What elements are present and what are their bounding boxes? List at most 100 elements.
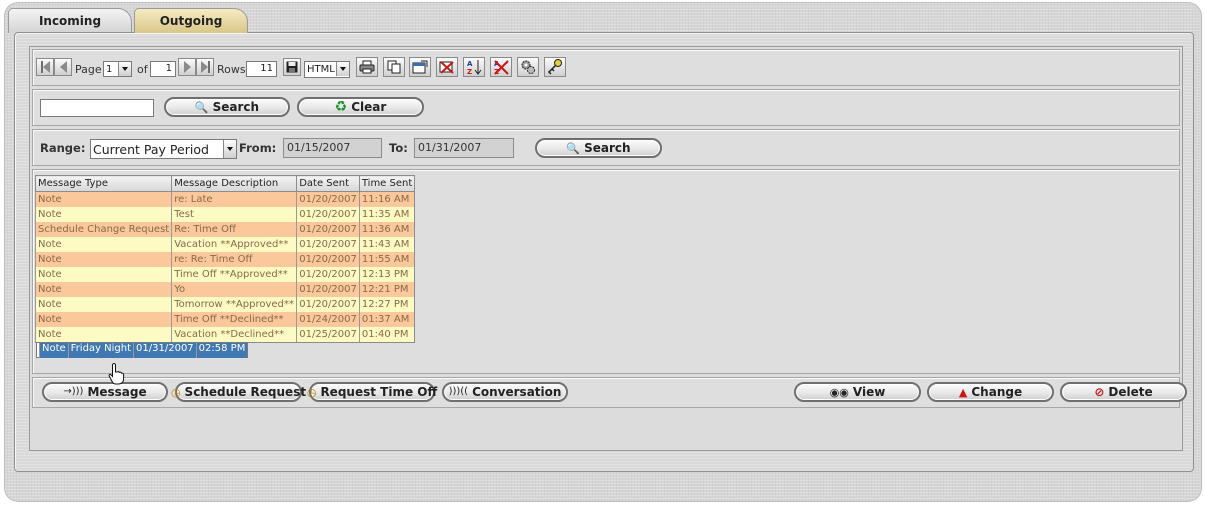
grid-toolbar: Page 1 of 1 Rows 11 HTML A Z: [32, 49, 1180, 86]
cell-message-type: Note: [34, 327, 172, 342]
action-bar: →))) Message ◷ Schedule Request ◷ Reques…: [32, 377, 1187, 408]
cell-date-sent: 01/20/2007: [296, 222, 360, 237]
schedule-request-button[interactable]: ◷ Schedule Request: [171, 382, 306, 402]
chevron-down-icon: [223, 140, 236, 158]
properties-button[interactable]: [409, 57, 431, 77]
clear-button-label: Clear: [351, 100, 387, 114]
prev-page-button[interactable]: [54, 58, 72, 76]
svg-text:A: A: [467, 60, 473, 68]
to-date-field[interactable]: 01/31/2007: [414, 138, 514, 158]
table-row[interactable]: Note Test 01/20/2007 11:35 AM: [34, 207, 415, 222]
first-page-button[interactable]: [36, 58, 54, 76]
page-select[interactable]: 1: [103, 61, 132, 77]
table-row[interactable]: Note Vacation **Approved** 01/20/2007 11:43…: [34, 237, 415, 252]
table-row[interactable]: Schedule Change Request Re: Time Off 01/20…: [34, 222, 415, 237]
delete-button[interactable]: ⊘ Delete: [1060, 382, 1187, 402]
settings-button[interactable]: [517, 57, 539, 77]
sort-button[interactable]: AZ: [463, 57, 485, 77]
table-row[interactable]: Note Time Off **Approved** 01/20/2007 12:13…: [34, 267, 415, 282]
cell-message-description: Vacation **Approved**: [171, 237, 297, 252]
page-select-value: 1: [106, 63, 113, 75]
clear-button[interactable]: ♻ Clear: [297, 97, 424, 117]
table-row[interactable]: Note Time Off **Declined** 01/24/2007 01:37…: [34, 312, 415, 327]
cell-message-type: Schedule Change Request: [34, 222, 172, 237]
table-row[interactable]: Note Tomorrow **Approved** 01/20/2007 12:27…: [34, 297, 415, 312]
from-label: From:: [239, 141, 277, 155]
next-page-button[interactable]: [178, 58, 196, 76]
save-icon: [286, 61, 298, 73]
cell-date-sent: 01/24/2007: [296, 312, 360, 327]
table-row[interactable]: Note Yo 01/20/2007 12:21 PM: [34, 282, 415, 297]
copy-button[interactable]: [383, 57, 405, 77]
properties-icon: [412, 60, 428, 74]
cell-message-description: Tomorrow **Approved**: [171, 297, 297, 312]
clear-filter-button[interactable]: [436, 57, 458, 77]
cell-message-type: Note: [34, 191, 172, 207]
date-range-bar: Range: Current Pay Period From: 01/15/20…: [32, 129, 1180, 166]
cell-message-type: Note: [34, 282, 172, 297]
export-format-select[interactable]: HTML: [304, 61, 350, 78]
tab-incoming[interactable]: Incoming: [8, 8, 132, 33]
rows-field[interactable]: 11: [246, 61, 277, 77]
print-button[interactable]: [356, 57, 378, 77]
delete-button-label: Delete: [1108, 385, 1153, 399]
column-header-message-description[interactable]: Message Description: [171, 175, 298, 192]
range-search-label: Search: [584, 141, 631, 155]
eyes-icon: ◉◉: [829, 385, 849, 399]
export-format-value: HTML: [307, 64, 335, 75]
cell-message-description: re: Re: Time Off: [171, 252, 297, 267]
range-search-button[interactable]: 🔍 Search: [535, 138, 662, 158]
remove-sort-button[interactable]: AZ: [490, 57, 512, 77]
message-button-label: Message: [87, 385, 147, 399]
cell-message-type: Note: [39, 342, 68, 358]
page-label: Page: [75, 63, 102, 76]
cell-message-description: Vacation **Declined**: [171, 327, 297, 342]
cell-time-sent: 12:13 PM: [358, 267, 415, 282]
window-frame: Incoming Outgoing Page 1 of 1 Rows 11 HT…: [4, 2, 1202, 502]
table-row[interactable]: Note Vacation **Declined** 01/25/2007 01:40…: [34, 327, 415, 342]
search-input[interactable]: [40, 99, 154, 117]
cell-date-sent: 01/31/2007: [133, 342, 196, 358]
messages-table-body: Note re: Late 01/20/2007 11:16 AM Note Test 01…: [34, 191, 415, 358]
triangle-up-icon: ▲: [958, 385, 968, 399]
request-time-off-button[interactable]: ◷ Request Time Off: [306, 382, 437, 402]
tab-outgoing[interactable]: Outgoing: [134, 8, 248, 33]
view-button[interactable]: ◉◉ View: [794, 382, 921, 402]
column-header-message-type[interactable]: Message Type: [34, 175, 173, 192]
cell-message-type: Note: [34, 237, 172, 252]
table-row[interactable]: Note Friday Night 01/31/2007 02:58 PM: [36, 342, 249, 358]
cell-time-sent: 12:27 PM: [358, 297, 415, 312]
from-date-field[interactable]: 01/15/2007: [283, 138, 382, 158]
search-icon: 🔍: [566, 141, 581, 155]
clock-icon: ◷: [306, 385, 317, 399]
cell-time-sent: 02:58 PM: [195, 342, 248, 358]
cell-message-description: Friday Night: [67, 342, 134, 358]
view-button-label: View: [852, 385, 886, 399]
last-page-button[interactable]: [196, 58, 214, 76]
sort-icon: AZ: [467, 60, 482, 75]
key-icon: [547, 59, 562, 75]
range-select[interactable]: Current Pay Period: [90, 139, 237, 159]
cell-date-sent: 01/25/2007: [296, 327, 360, 342]
change-button[interactable]: ▲ Change: [927, 382, 1054, 402]
save-button[interactable]: [283, 58, 301, 76]
last-page-icon: [200, 61, 210, 73]
conversation-button[interactable]: )))(( Conversation: [442, 382, 568, 402]
messages-grid-area: Message Type Message Description Date Se…: [32, 169, 1180, 374]
next-page-icon: [183, 61, 191, 73]
table-row[interactable]: Note re: Late 01/20/2007 11:16 AM: [34, 191, 415, 207]
key-button[interactable]: [544, 57, 566, 77]
clock-icon: ◷: [170, 385, 181, 399]
print-icon: [359, 60, 375, 74]
outgoing-panel: Page 1 of 1 Rows 11 HTML A Z 🔍 Search ♻ …: [14, 32, 1194, 472]
column-header-time-sent[interactable]: Time Sent: [358, 175, 416, 192]
message-button[interactable]: →))) Message: [42, 382, 168, 402]
tab-outgoing-label: Outgoing: [159, 14, 223, 28]
copy-icon: [387, 60, 401, 74]
table-row[interactable]: Note re: Re: Time Off 01/20/2007 11:55 AM: [34, 252, 415, 267]
first-page-icon: [40, 61, 50, 73]
cell-message-description: Time Off **Declined**: [171, 312, 297, 327]
search-button[interactable]: 🔍 Search: [164, 97, 290, 117]
cell-date-sent: 01/20/2007: [296, 282, 360, 297]
column-header-date-sent[interactable]: Date Sent: [296, 175, 360, 192]
